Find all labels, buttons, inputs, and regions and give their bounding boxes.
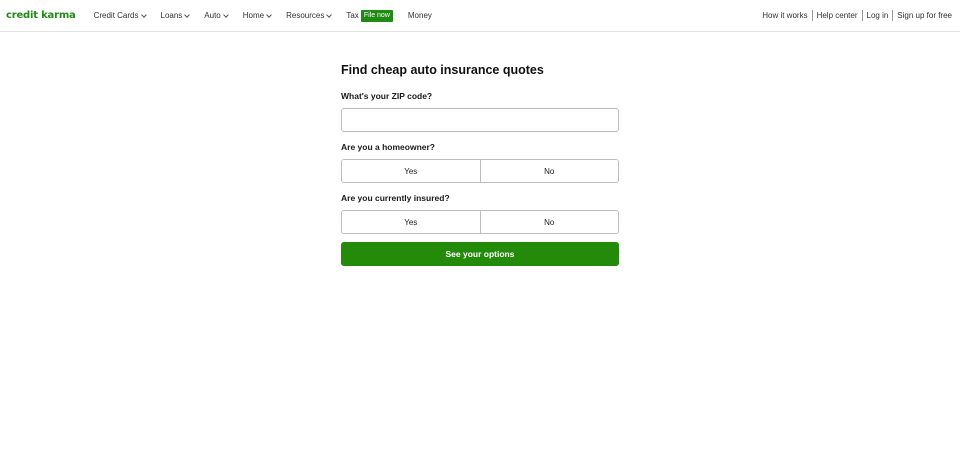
nav-credit-cards-label: Credit Cards: [93, 11, 139, 20]
chevron-down-icon: [266, 11, 272, 18]
nav-resources[interactable]: Resources: [286, 11, 333, 20]
nav-tax-label: Tax: [346, 11, 359, 20]
homeowner-yes-button[interactable]: Yes: [342, 160, 480, 182]
nav-auto[interactable]: Auto: [204, 11, 229, 20]
see-your-options-button[interactable]: See your options: [341, 242, 619, 266]
zip-code-label: What's your ZIP code?: [341, 91, 433, 101]
insured-toggle: Yes No: [341, 210, 619, 234]
nav-loans[interactable]: Loans: [160, 11, 191, 20]
homeowner-no-button[interactable]: No: [479, 160, 618, 182]
homeowner-question: Are you a homeowner?: [341, 142, 435, 152]
homeowner-toggle: Yes No: [341, 159, 619, 183]
divider: [811, 10, 813, 21]
credit-karma-logo[interactable]: credit karma: [6, 10, 76, 21]
chevron-down-icon: [326, 11, 333, 18]
chevron-down-icon: [184, 11, 191, 18]
divider: [861, 10, 863, 21]
zip-code-input[interactable]: [341, 108, 619, 132]
help-center-link[interactable]: Help center: [817, 11, 858, 20]
divider: [892, 10, 894, 21]
insured-no-button[interactable]: No: [479, 211, 618, 233]
log-in-link[interactable]: Log in: [867, 11, 889, 20]
nav-resources-label: Resources: [286, 11, 325, 20]
auto-insurance-form: Find cheap auto insurance quotes What's …: [341, 62, 619, 266]
how-it-works-link[interactable]: How it works: [762, 11, 807, 20]
nav-loans-label: Loans: [160, 11, 183, 20]
sign-up-link[interactable]: Sign up for free: [897, 11, 952, 20]
file-now-badge: File now: [360, 9, 393, 22]
top-navigation: credit karma Credit Cards Loans Auto Hom…: [0, 0, 960, 32]
nav-money[interactable]: Money: [408, 11, 432, 20]
nav-home[interactable]: Home: [242, 11, 272, 20]
insured-question: Are you currently insured?: [341, 193, 450, 203]
insured-yes-button[interactable]: Yes: [342, 211, 480, 233]
chevron-down-icon: [140, 11, 147, 18]
page: credit karma Credit Cards Loans Auto Hom…: [0, 0, 960, 470]
account-links: How it works Help center Log in Sign up …: [762, 10, 952, 21]
nav-auto-label: Auto: [204, 11, 221, 20]
page-title: Find cheap auto insurance quotes: [341, 63, 544, 77]
nav-home-label: Home: [242, 11, 265, 20]
nav-credit-cards[interactable]: Credit Cards: [93, 11, 147, 20]
nav-money-label: Money: [407, 11, 432, 20]
chevron-down-icon: [222, 11, 229, 18]
nav-tax[interactable]: Tax File now: [346, 9, 393, 22]
